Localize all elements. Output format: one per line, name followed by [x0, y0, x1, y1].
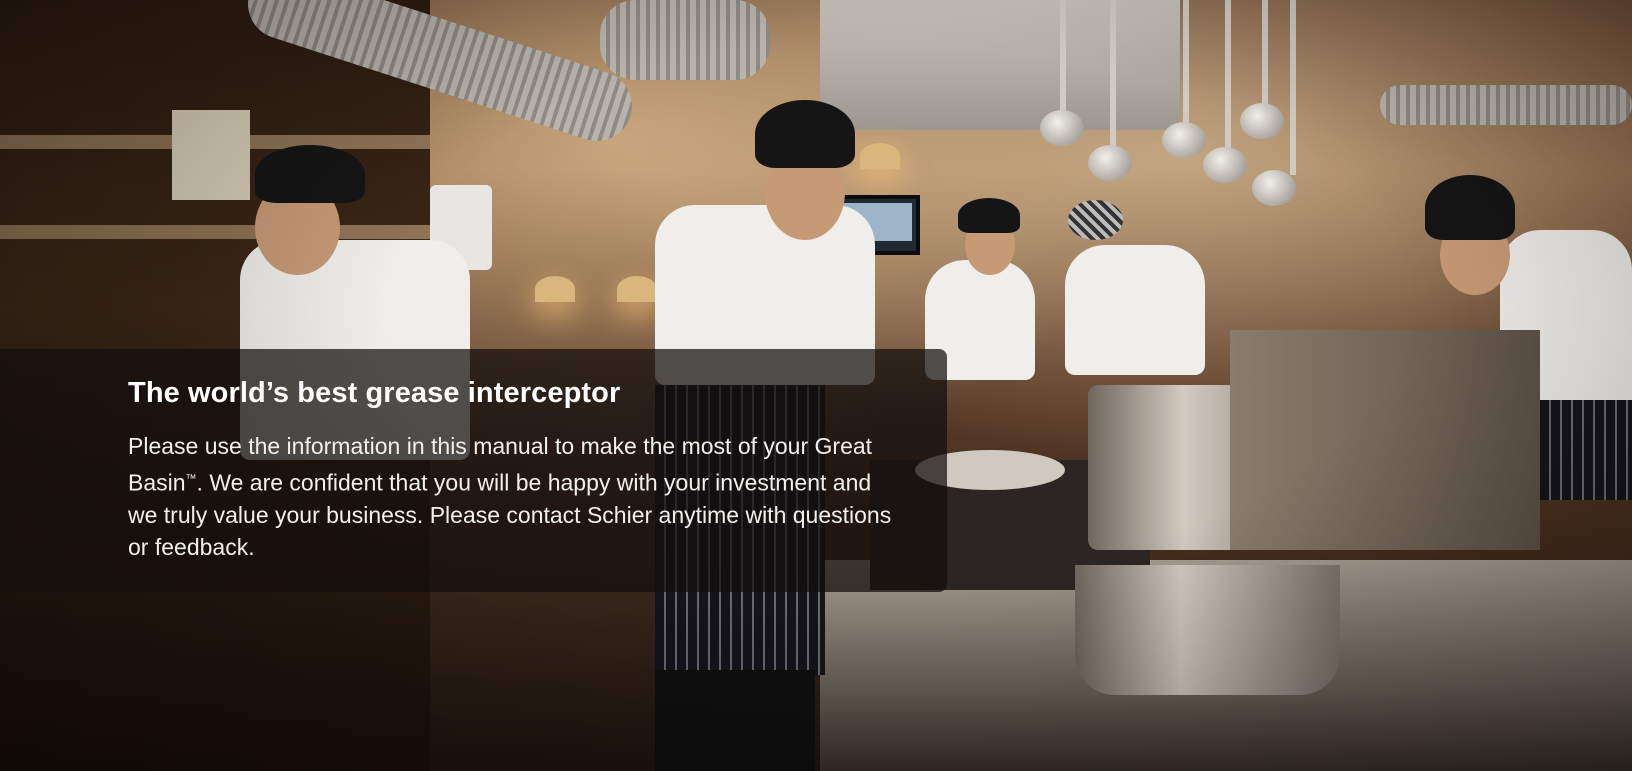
hero-banner: The world’s best grease interceptor Plea… — [0, 0, 1632, 771]
intro-text-part2: . We are confident that you will be happ… — [128, 469, 892, 561]
headline: The world’s best grease interceptor — [128, 377, 621, 409]
intro-paragraph: Please use the information in this manua… — [128, 430, 898, 564]
trademark-symbol: ™ — [185, 472, 197, 485]
